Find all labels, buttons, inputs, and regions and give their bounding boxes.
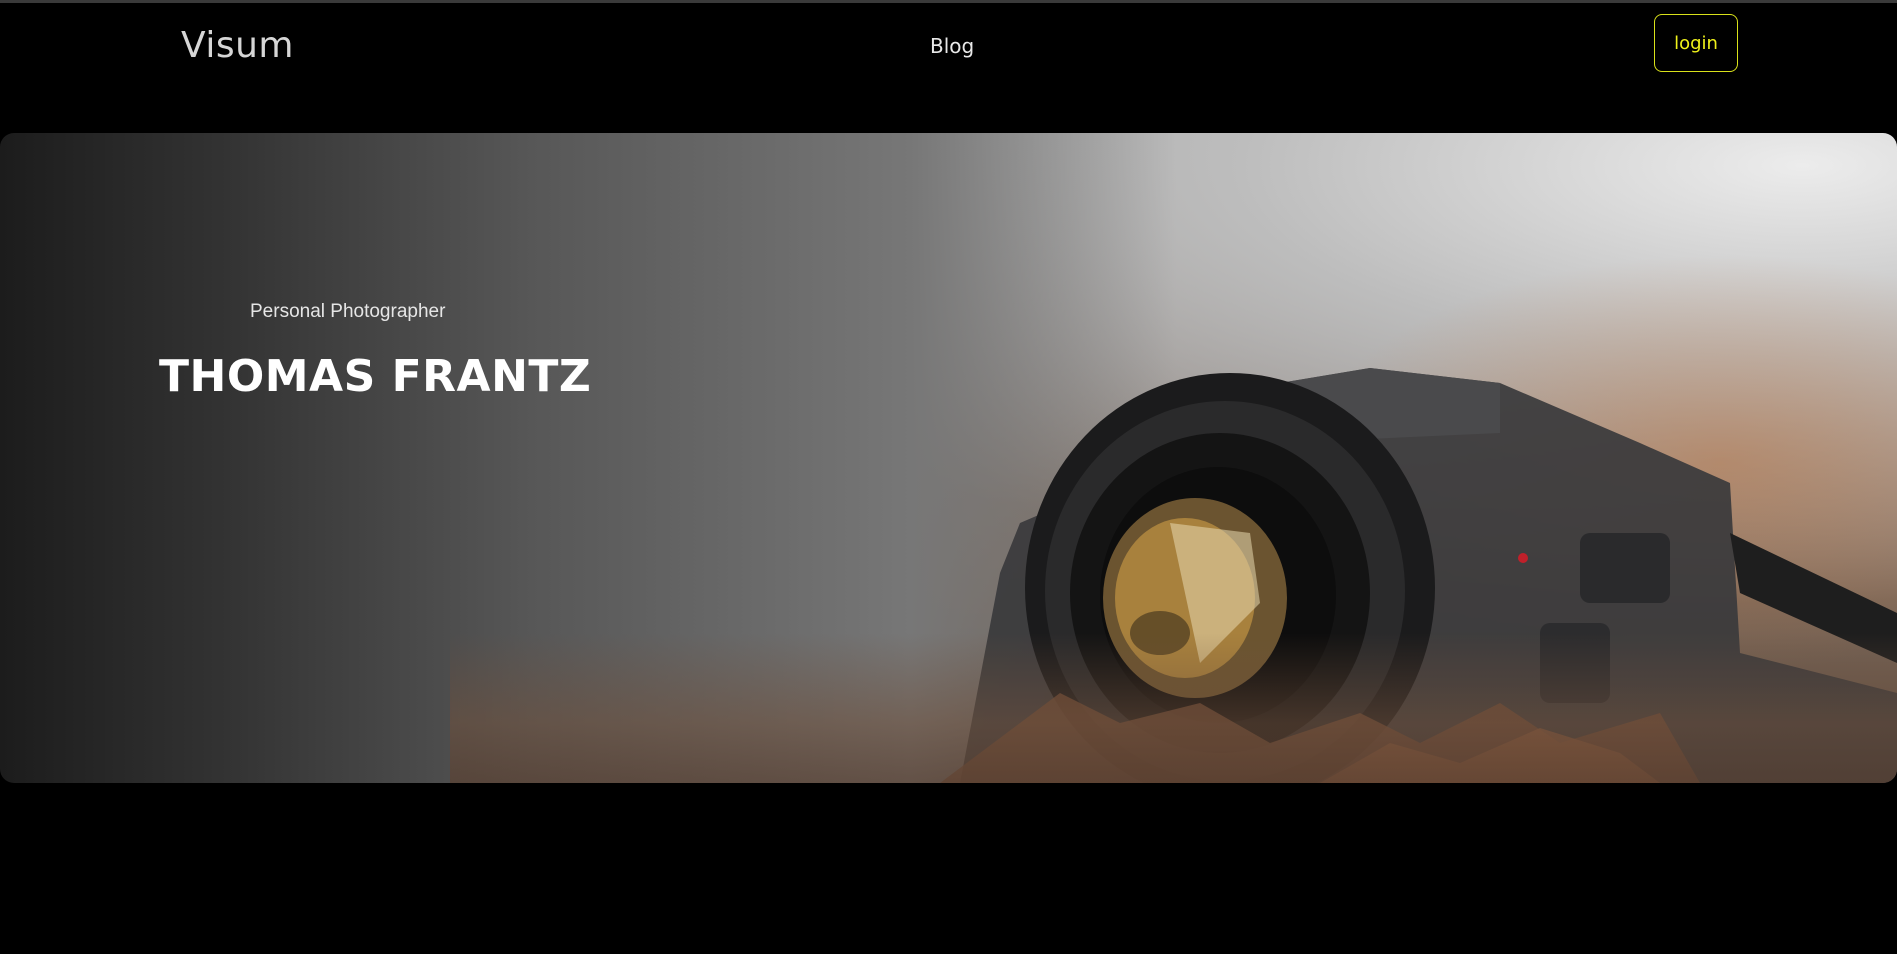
hero-ground-shade [450, 633, 1897, 783]
logo[interactable]: Visum [181, 25, 294, 66]
nav-link-blog[interactable]: Blog [930, 34, 974, 58]
site-header: Visum Blog login [0, 3, 1897, 103]
hero-banner: Personal Photographer THOMAS FRANTZ [0, 133, 1897, 783]
hero-subtitle: Personal Photographer [250, 301, 446, 322]
hero-title: THOMAS FRANTZ [159, 351, 592, 402]
login-button[interactable]: login [1654, 14, 1738, 72]
